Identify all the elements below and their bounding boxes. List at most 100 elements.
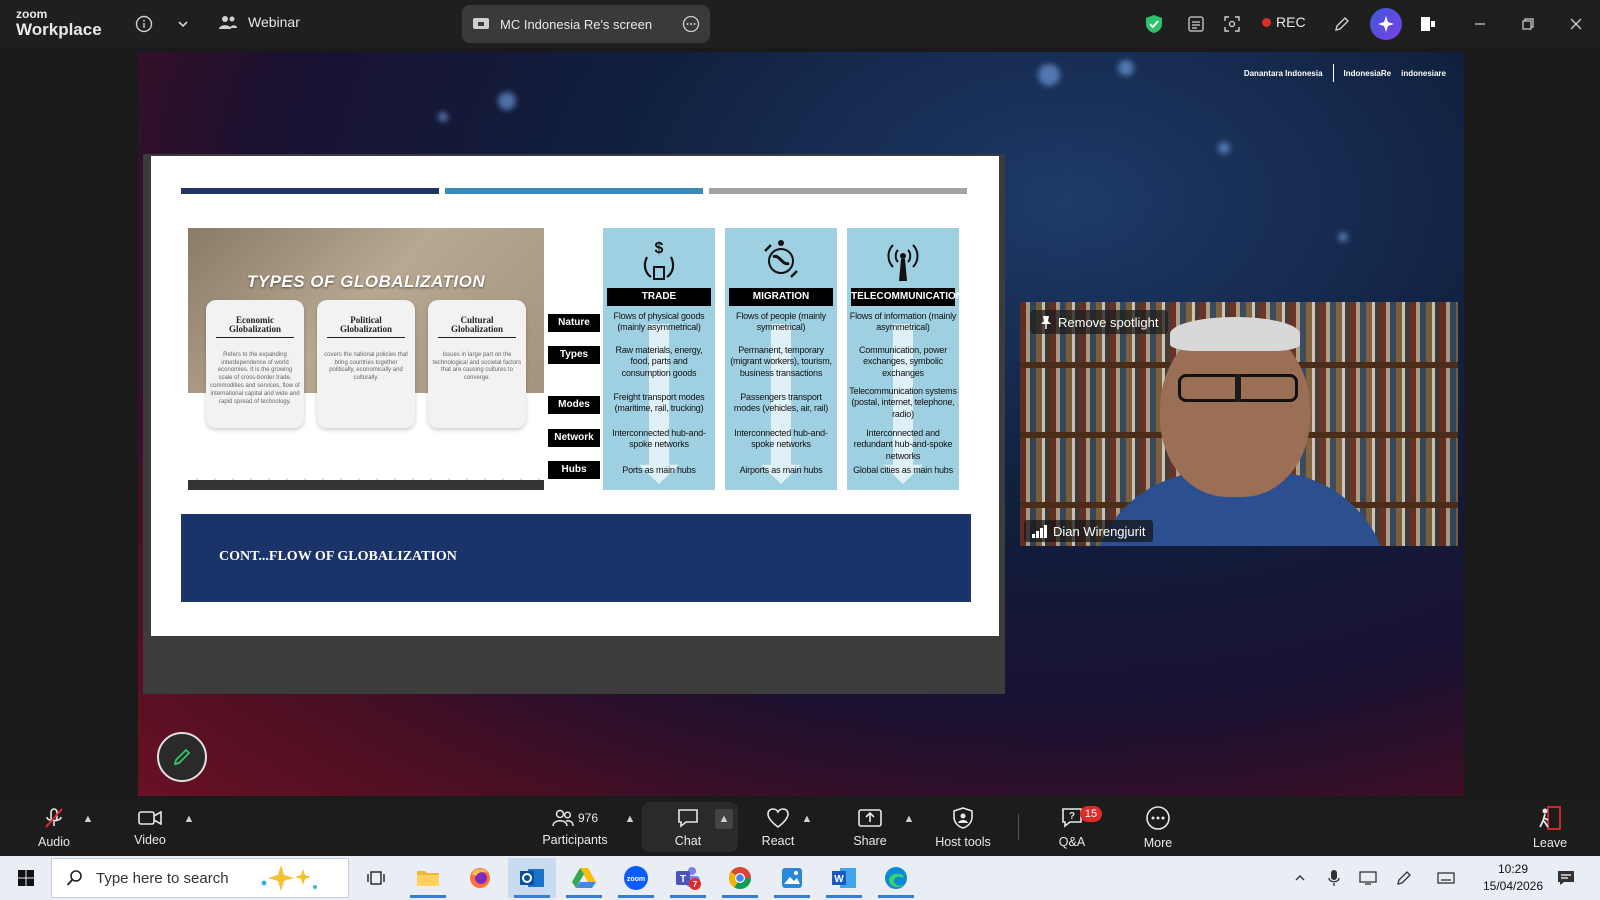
- apps-panel-icon[interactable]: [1416, 12, 1440, 36]
- running-indicator: [670, 895, 706, 898]
- react-button[interactable]: React: [754, 798, 802, 856]
- bokeh-light: [1038, 64, 1060, 86]
- speaker-glasses: [1178, 374, 1298, 402]
- telecommunications-header: TELECOMMUNICATIONS: [851, 288, 970, 306]
- running-indicator: [774, 895, 810, 898]
- svg-text:$: $: [655, 240, 664, 257]
- captions-icon[interactable]: [1184, 12, 1208, 36]
- speaker-hair: [1170, 317, 1300, 351]
- chat-button[interactable]: Chat: [664, 798, 712, 856]
- speaker-video-tile[interactable]: Remove spotlight Dian Wirengjurit: [1020, 302, 1458, 546]
- show-hidden-icons-chevron-icon[interactable]: [1290, 868, 1310, 888]
- microphone-tray-icon[interactable]: [1324, 868, 1344, 888]
- search-highlight-sparkle-icon: [261, 865, 317, 891]
- running-indicator: [826, 895, 862, 898]
- participants-options-caret-icon[interactable]: ▲: [623, 812, 637, 826]
- taskbar-photos[interactable]: [768, 858, 816, 898]
- host-tools-label: Host tools: [935, 834, 991, 849]
- react-options-caret-icon[interactable]: ▲: [800, 812, 814, 826]
- restore-window-icon[interactable]: [1516, 12, 1540, 36]
- annotate-pen-icon[interactable]: [1330, 12, 1354, 36]
- minimize-window-icon[interactable]: [1468, 12, 1492, 36]
- recording-indicator[interactable]: REC: [1262, 14, 1306, 30]
- task-view-icon: [367, 871, 385, 885]
- photos-icon: [782, 868, 802, 888]
- trade-types: Raw materials, energy, food, parts and c…: [615, 345, 703, 378]
- taskbar-search-box[interactable]: Type here to search: [51, 858, 349, 898]
- taskbar-google-drive[interactable]: [560, 858, 608, 898]
- zoom-workplace-logo: zoom Workplace: [16, 8, 102, 38]
- participant-name: Dian Wirengjurit: [1053, 523, 1146, 539]
- migration-column: MIGRATION Flows of people (mainly symmet…: [725, 228, 837, 490]
- search-icon: [66, 870, 82, 886]
- start-button[interactable]: [2, 858, 50, 898]
- sponsor-logos: Danantara Indonesia IndonesiaRe indonesi…: [1244, 64, 1446, 82]
- encryption-shield-icon[interactable]: [1142, 12, 1166, 36]
- toolbar-divider: [1018, 814, 1019, 840]
- task-view-button[interactable]: [352, 858, 400, 898]
- share-options-caret-icon[interactable]: ▲: [902, 812, 916, 826]
- photo-title: TYPES OF GLOBALIZATION: [246, 272, 486, 291]
- row-label-nature: Nature: [548, 314, 600, 332]
- row-label-hubs: Hubs: [548, 461, 600, 479]
- video-options-caret-icon[interactable]: ▲: [182, 812, 196, 826]
- shared-screen-stage: Danantara Indonesia IndonesiaRe indonesi…: [138, 52, 1464, 796]
- close-window-icon[interactable]: [1564, 12, 1588, 36]
- recording-label: REC: [1276, 14, 1306, 30]
- taskbar-outlook[interactable]: [508, 858, 556, 898]
- taskbar-zoom[interactable]: zoom: [612, 858, 660, 898]
- annotate-button[interactable]: [157, 732, 207, 782]
- row-label-modes: Modes: [548, 396, 600, 414]
- trade-nature: Flows of physical goods (mainly asymmetr…: [613, 311, 705, 333]
- webinar-text: Webinar: [248, 14, 300, 30]
- chat-label: Chat: [674, 833, 702, 848]
- leave-button[interactable]: Leave: [1528, 798, 1572, 856]
- participants-button[interactable]: 976 Participants: [536, 798, 614, 856]
- more-button[interactable]: More: [1136, 798, 1180, 856]
- ai-companion-button[interactable]: [1370, 8, 1402, 40]
- microphone-muted-icon: [45, 807, 63, 828]
- display-tray-icon[interactable]: [1358, 868, 1378, 888]
- audio-button[interactable]: Audio: [32, 798, 76, 856]
- host-tools-button[interactable]: Host tools: [930, 798, 996, 856]
- sparkle-icon: [1378, 16, 1394, 32]
- notification-center-icon[interactable]: [1556, 868, 1576, 888]
- focus-mode-icon[interactable]: [1220, 12, 1244, 36]
- share-button[interactable]: Share: [846, 798, 894, 856]
- pencil-icon: [173, 748, 191, 766]
- taskbar-clock[interactable]: 10:29 15/04/2026: [1468, 861, 1558, 895]
- remove-spotlight-button[interactable]: Remove spotlight: [1030, 310, 1169, 334]
- camera-icon: [138, 810, 162, 825]
- chevron-down-icon[interactable]: [171, 12, 195, 36]
- taskbar-chrome[interactable]: [716, 858, 764, 898]
- info-icon[interactable]: [132, 12, 156, 36]
- shared-screen-tab[interactable]: MC Indonesia Re's screen: [462, 5, 710, 43]
- participants-icon-group: 976: [552, 808, 598, 828]
- telecom-icon: [847, 234, 959, 288]
- more-options-icon[interactable]: [682, 15, 700, 33]
- chat-options-caret-icon[interactable]: ▲: [715, 809, 733, 829]
- image-footer-strip: [188, 480, 544, 490]
- webinar-label[interactable]: Webinar: [218, 14, 300, 30]
- taskbar-edge[interactable]: [872, 858, 920, 898]
- logo-indonesiare-small: indonesiare: [1401, 68, 1446, 78]
- trade-network: Interconnected hub-and-spoke networks: [612, 428, 706, 450]
- card-heading: Economic Globalization: [216, 315, 294, 338]
- card-text: covers the national policies that bring …: [324, 351, 408, 382]
- taskbar-word[interactable]: W: [820, 858, 868, 898]
- teams-icon: T7: [676, 867, 701, 890]
- taskbar-firefox[interactable]: [456, 858, 504, 898]
- audio-options-caret-icon[interactable]: ▲: [81, 812, 95, 826]
- svg-text:W: W: [834, 874, 844, 885]
- leave-label: Leave: [1532, 835, 1568, 850]
- taskbar-file-explorer[interactable]: [404, 858, 452, 898]
- pin-icon: [1041, 316, 1051, 329]
- taskbar-teams[interactable]: T7: [664, 858, 712, 898]
- keyboard-tray-icon[interactable]: [1436, 868, 1456, 888]
- pen-tray-icon[interactable]: [1394, 868, 1414, 888]
- teams-notification-count: 7: [693, 880, 698, 889]
- video-button[interactable]: Video: [128, 798, 172, 856]
- running-indicator: [618, 895, 654, 898]
- economic-globalization-card: Economic Globalization Refers to the exp…: [206, 300, 304, 428]
- video-label: Video: [134, 832, 166, 847]
